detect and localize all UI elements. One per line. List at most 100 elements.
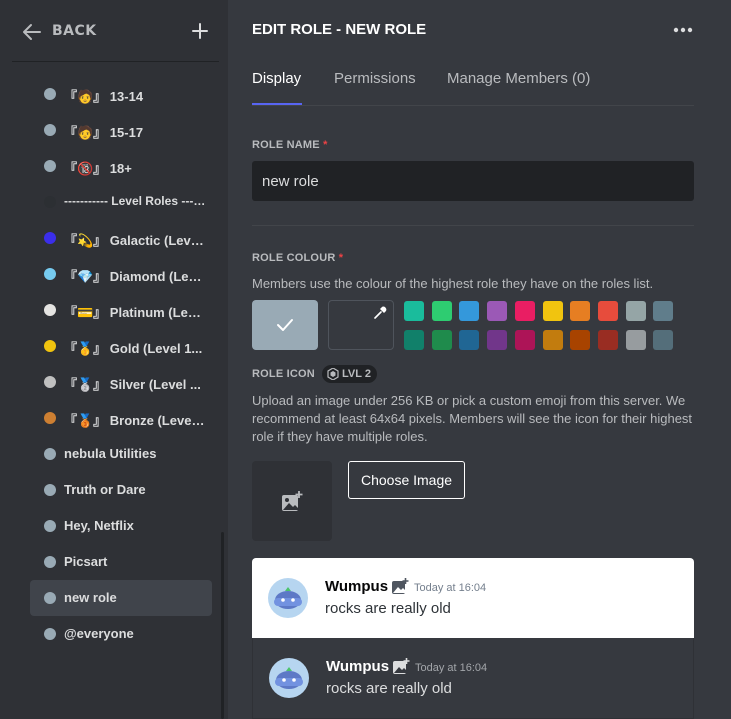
preview-username: Wumpus [325,578,389,595]
avatar [268,578,308,618]
avatar [269,658,309,698]
role-colour-dot [44,196,56,208]
wumpus-icon [275,667,303,689]
colour-swatch[interactable] [597,301,618,321]
role-label: 『🥉』 Bronze (Level ... [64,413,208,428]
role-colour-dot [44,232,56,244]
role-list-item[interactable]: nebula Utilities [30,436,212,472]
colour-swatch[interactable] [404,330,424,350]
sidebar-scrollbar[interactable] [221,532,224,719]
preview-message: rocks are really old [326,680,452,697]
tab-manage-members[interactable]: Manage Members (0) [447,70,590,87]
role-colour-dot [44,412,56,424]
role-label: 『💫』 Galactic (Level 100) [64,233,208,248]
arrow-left-icon [23,24,41,40]
role-label: nebula Utilities [64,446,157,461]
role-label: ----------- Level Roles ----------- [64,194,208,208]
role-list-item[interactable]: 『💳』 Platinum (Level 50) [30,292,212,328]
wumpus-icon [274,587,302,609]
role-list-item[interactable]: 『🧑』 15-17 [30,112,212,148]
default-colour-swatch[interactable] [252,300,318,350]
role-list-item[interactable]: new role [30,580,212,616]
role-list-item[interactable]: Picsart [30,544,212,580]
role-icon-upload[interactable] [252,461,332,541]
page-title: EDIT ROLE - NEW ROLE [252,21,427,38]
custom-colour-picker[interactable] [328,300,394,350]
role-colour-dot [44,268,56,280]
tab-bar: Display Permissions Manage Members (0) [252,68,694,106]
colour-swatch[interactable] [542,301,563,321]
colour-swatch[interactable] [625,301,646,321]
role-list-item[interactable]: 『🥈』 Silver (Level ... [30,364,212,400]
sidebar-divider [12,61,219,62]
more-options-icon[interactable] [670,22,696,38]
role-label: Picsart [64,554,108,569]
colour-swatch[interactable] [487,301,508,321]
role-list-item[interactable]: 『🧑』 13-14 [30,76,212,112]
role-colour-dot [44,628,56,640]
tab-display[interactable]: Display [252,70,301,87]
colour-swatch[interactable] [431,330,452,350]
choose-image-button[interactable]: Choose Image [348,461,465,499]
role-label: new role [64,590,117,605]
role-label: 『🔞』 18+ [64,161,132,176]
colour-swatch[interactable] [653,301,674,321]
role-list: 『🧑』 13-14 『🧑』 15-17 『🔞』 18+ ----------- Lev… [30,76,212,652]
role-colour-dot [44,376,56,388]
colour-swatch[interactable] [625,330,646,350]
colour-swatch[interactable] [597,330,618,350]
role-colour-dot [44,124,56,136]
role-colour-dot [44,556,56,568]
role-list-item[interactable]: ----------- Level Roles ----------- [30,184,212,220]
role-colour-dot [44,88,56,100]
role-label: Truth or Dare [64,482,146,497]
plus-icon[interactable] [190,21,210,41]
role-label: 『💎』 Diamond (Level 75) [64,269,208,284]
preview-username: Wumpus [326,658,390,675]
role-icon-label: ROLE ICON [252,368,315,380]
role-name-label: ROLE NAME * [252,139,328,151]
role-list-item[interactable]: 『🥇』 Gold (Level 1... [30,328,212,364]
eyedropper-icon [374,306,387,319]
colour-swatch[interactable] [570,330,591,350]
role-list-item[interactable]: Truth or Dare [30,472,212,508]
role-colour-dot [44,592,56,604]
boost-gem-icon [327,368,339,380]
required-mark: * [323,139,328,151]
colour-swatch[interactable] [514,301,535,321]
role-list-item[interactable]: 『🔞』 18+ [30,148,212,184]
role-list-item[interactable]: @everyone [30,616,212,652]
role-colour-dot [44,160,56,172]
colour-swatch[interactable] [431,301,452,321]
colour-swatch[interactable] [514,330,535,350]
role-label: 『🧑』 13-14 [64,89,144,104]
tab-permissions[interactable]: Permissions [334,70,416,87]
role-colour-dot [44,520,56,532]
role-colour-dot [44,448,56,460]
role-label: 『🥈』 Silver (Level ... [64,377,201,392]
check-icon [277,319,293,331]
role-label: 『🧑』 15-17 [64,125,144,140]
role-list-item[interactable]: Hey, Netflix [30,508,212,544]
colour-swatch[interactable] [487,330,508,350]
colour-swatch[interactable] [653,330,674,350]
colour-swatch[interactable] [459,330,480,350]
role-colour-hint: Members use the colour of the highest ro… [252,276,654,291]
role-list-item[interactable]: 『💎』 Diamond (Level 75) [30,256,212,292]
role-list-item[interactable]: 『💫』 Galactic (Level 100) [30,220,212,256]
role-label: 『💳』 Platinum (Level 50) [64,305,208,320]
colour-swatch[interactable] [459,301,480,321]
preview-timestamp: Today at 16:04 [415,662,488,674]
preview-message: rocks are really old [325,600,451,617]
role-icon-hint: Upload an image under 256 KB or pick a c… [252,393,693,444]
role-colour-dot [44,484,56,496]
active-tab-indicator [252,103,302,105]
colour-swatch[interactable] [404,301,424,321]
role-list-item[interactable]: 『🥉』 Bronze (Level ... [30,400,212,436]
role-icon-placeholder-icon [392,578,409,594]
role-colour-dot [44,304,56,316]
colour-swatch[interactable] [542,330,563,350]
preview-light: Wumpus Today at 16:04 rocks are really o… [252,558,694,638]
colour-swatch[interactable] [570,301,591,321]
role-name-input[interactable] [252,161,694,201]
